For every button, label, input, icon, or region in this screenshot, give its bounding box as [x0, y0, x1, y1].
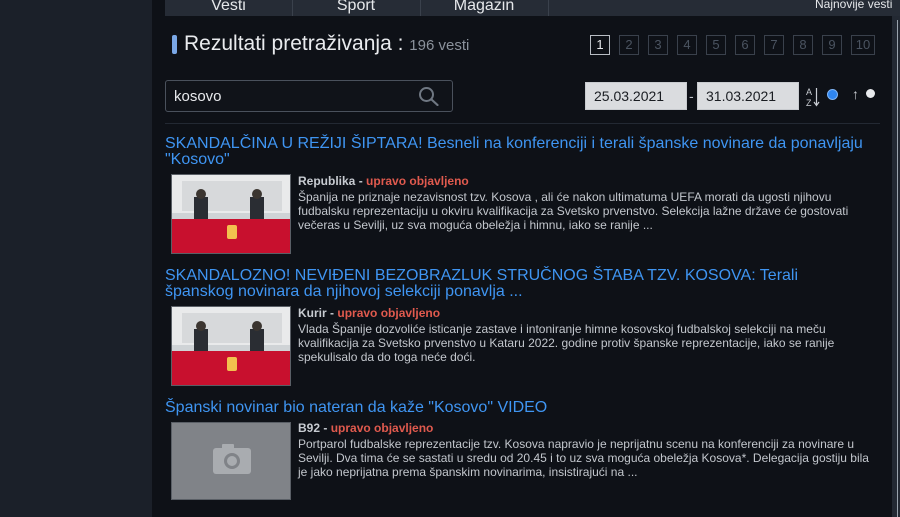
- page-title-text: Rezultati pretraživanja :: [184, 32, 404, 55]
- nav-latest-news[interactable]: Najnovije vesti: [815, 0, 900, 16]
- article-1-status: upravo objavljeno: [366, 174, 469, 188]
- page-5-button[interactable]: 5: [706, 35, 726, 55]
- results-divider: [165, 123, 880, 124]
- search-input[interactable]: [174, 85, 414, 107]
- page-9-button[interactable]: 9: [822, 35, 842, 55]
- article-2-summary: Vlada Španije dozvoliće isticanje zastav…: [298, 322, 835, 364]
- page-1-button[interactable]: 1: [590, 35, 610, 55]
- press-conference-image: [172, 175, 290, 253]
- article-1-thumbnail[interactable]: [171, 174, 291, 254]
- article-2-status: upravo objavljeno: [337, 306, 441, 320]
- article-3-thumbnail[interactable]: [171, 422, 291, 500]
- nav-tab-magazin[interactable]: Magazin: [420, 0, 549, 16]
- result-count: 196 vesti: [409, 37, 470, 54]
- svg-text:A: A: [806, 87, 812, 97]
- page-4-button[interactable]: 4: [677, 35, 697, 55]
- date-to-input[interactable]: 31.03.2021: [697, 82, 799, 110]
- page-10-button[interactable]: 10: [851, 35, 875, 55]
- page-7-button[interactable]: 7: [764, 35, 784, 55]
- article-1-title[interactable]: SKANDALČINA U REŽIJI ŠIPTARA! Besneli na…: [165, 136, 865, 168]
- date-from-input[interactable]: 25.03.2021: [585, 82, 687, 110]
- svg-text:Z: Z: [806, 98, 812, 108]
- article-3-summary: Portparol fudbalske reprezentacije tzv. …: [298, 437, 869, 479]
- sort-date-icon[interactable]: ↑: [852, 86, 859, 102]
- article-1-source: Republika: [298, 174, 356, 188]
- page-8-button[interactable]: 8: [793, 35, 813, 55]
- right-divider: [897, 20, 898, 517]
- nav-tab-vesti[interactable]: Vesti: [165, 0, 293, 16]
- camera-placeholder-icon: [172, 423, 290, 499]
- title-accent-bar: [172, 35, 177, 54]
- right-strip: [892, 0, 900, 517]
- article-1-meta: Republika - upravo objavljeno: [298, 174, 469, 188]
- sort-alpha-radio[interactable]: [827, 89, 838, 100]
- top-nav: Vesti Sport Magazin Najnovije vesti: [165, 0, 900, 16]
- article-1-summary: Španija ne priznaje nezavisnost tzv. Kos…: [298, 190, 849, 232]
- search-icon[interactable]: [418, 86, 440, 111]
- search-box: [165, 80, 453, 112]
- article-3-source: B92: [298, 421, 321, 435]
- article-2-source: Kurir: [298, 306, 327, 320]
- date-separator: -: [689, 88, 694, 104]
- nav-tab-sport[interactable]: Sport: [292, 0, 421, 16]
- article-3-status: upravo objavljeno: [330, 421, 434, 435]
- page-title: Rezultati pretraživanja : 196 vesti: [184, 32, 469, 56]
- article-2-thumbnail[interactable]: [171, 306, 291, 386]
- sort-date-radio[interactable]: [866, 89, 875, 98]
- article-2-title[interactable]: SKANDALOZNO! NEVIĐENI BEZOBRAZLUK STRUČN…: [165, 268, 865, 300]
- sort-alpha-icon[interactable]: A Z: [806, 86, 820, 113]
- article-2-meta: Kurir - upravo objavljeno: [298, 306, 441, 320]
- page-3-button[interactable]: 3: [648, 35, 668, 55]
- page-6-button[interactable]: 6: [735, 35, 755, 55]
- article-3-title[interactable]: Španski novinar bio nateran da kaže "Kos…: [165, 400, 865, 416]
- press-conference-image: [172, 307, 290, 385]
- page-2-button[interactable]: 2: [619, 35, 639, 55]
- article-3-meta: B92 - upravo objavljeno: [298, 421, 434, 435]
